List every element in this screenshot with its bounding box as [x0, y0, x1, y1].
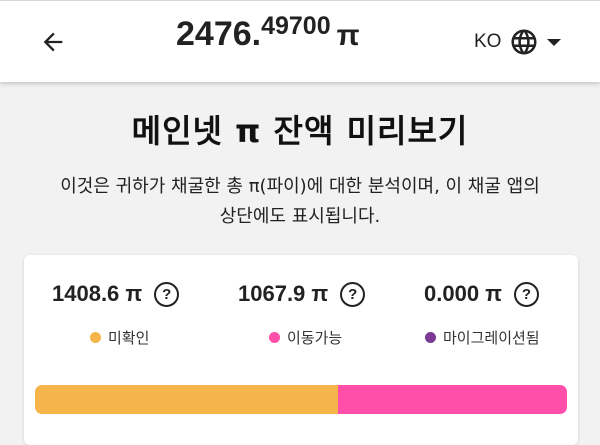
balance-breakdown-card: 1408.6 π? 1067.9 π? 0.000 π? 미확인 이동가능 마이…	[24, 255, 578, 445]
balance-display: 2476.49700 π	[176, 12, 360, 54]
bar-segment-1	[337, 385, 567, 414]
pi-symbol: π	[336, 19, 360, 52]
legend-dot	[90, 332, 101, 343]
help-icon[interactable]: ?	[340, 281, 366, 307]
balance-decimal: 49700	[261, 12, 331, 40]
stat-migrated: 0.000 π?	[424, 281, 540, 307]
top-bar: 2476.49700 π KO	[0, 0, 600, 82]
legend-label: 마이그레이션됨	[443, 329, 540, 347]
legend-label: 이동가능	[287, 329, 343, 347]
help-icon[interactable]: ?	[514, 281, 540, 307]
back-button[interactable]	[34, 23, 72, 61]
transferable-value: 1067.9 π	[238, 281, 329, 306]
bar-segment-0	[35, 385, 338, 414]
arrow-left-icon	[43, 32, 63, 52]
balance-distribution-bar	[35, 385, 567, 414]
language-selector[interactable]: KO	[474, 25, 562, 59]
balance-integer: 2476.	[176, 15, 262, 53]
legend-label: 미확인	[108, 329, 150, 347]
legend-migrated: 마이그레이션됨	[425, 327, 540, 348]
page-description: 이것은 귀하가 채굴한 총 π(파이)에 대한 분석이며, 이 채굴 앱의 상단…	[60, 176, 540, 227]
stat-transferable: 1067.9 π?	[238, 281, 366, 307]
page-title: 메인넷 π 잔액 미리보기	[131, 112, 469, 150]
help-icon[interactable]: ?	[154, 281, 180, 307]
migrated-value: 0.000 π	[424, 281, 503, 306]
legend-transferable: 이동가능	[269, 327, 342, 348]
legend-dot	[269, 332, 280, 343]
unverified-value: 1408.6 π	[52, 281, 143, 306]
stat-unverified: 1408.6 π?	[52, 281, 180, 307]
legend-dot	[425, 332, 436, 343]
globe-icon	[511, 29, 537, 55]
caret-down-icon	[547, 38, 562, 46]
legend-unverified: 미확인	[90, 327, 149, 348]
language-code: KO	[474, 31, 502, 52]
